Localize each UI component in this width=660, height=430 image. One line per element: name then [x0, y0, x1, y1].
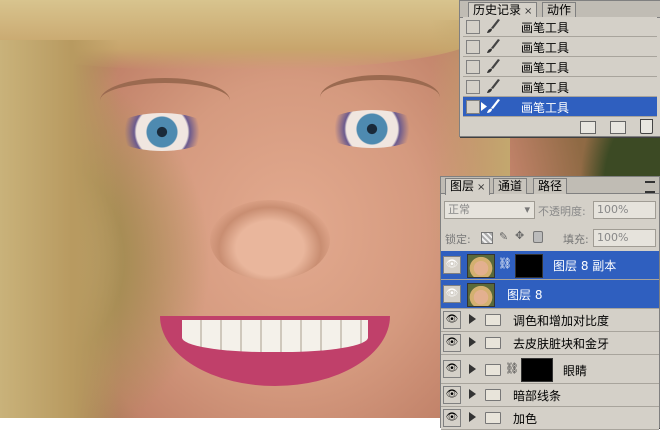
blend-mode-select[interactable]: 正常 ▾ [444, 201, 535, 219]
lock-transparent-icon[interactable] [481, 232, 493, 244]
lock-move-icon[interactable]: ✥ [515, 229, 524, 242]
expand-triangle-icon[interactable] [469, 412, 476, 422]
visibility-eye-icon[interactable]: 👁 [443, 409, 461, 427]
history-item-label: 画笔工具 [521, 41, 570, 55]
visibility-eye-icon[interactable]: 👁 [443, 386, 461, 404]
tab-channels[interactable]: 通道 [493, 178, 528, 194]
fill-label: 填充: [563, 233, 589, 246]
folder-icon [485, 364, 501, 376]
snapshot-checkbox[interactable] [466, 100, 480, 114]
layers-tabbar: 图层 × 通道 路径 [441, 177, 659, 195]
brush-icon [487, 59, 500, 73]
expand-triangle-icon[interactable] [469, 337, 476, 347]
history-item[interactable]: 画笔工具 [463, 77, 657, 97]
snapshot-checkbox[interactable] [466, 40, 480, 54]
layer-name: 调色和增加对比度 [513, 314, 610, 328]
tab-actions-label: 动作 [547, 3, 572, 17]
right-eye [322, 110, 422, 148]
brush-icon [487, 99, 500, 113]
layer-name: 加色 [513, 412, 538, 426]
snapshot-checkbox[interactable] [466, 20, 480, 34]
link-chain-icon: ⛓ [505, 362, 519, 375]
tab-layers[interactable]: 图层 × [445, 178, 491, 195]
tab-layers-label: 图层 [450, 179, 475, 193]
visibility-eye-icon[interactable]: 👁 [443, 334, 461, 352]
blend-mode-value: 正常 [448, 203, 470, 216]
tab-history-label: 历史记录 [473, 3, 522, 17]
history-item[interactable]: 画笔工具 [463, 97, 657, 117]
history-item-label: 画笔工具 [521, 61, 570, 75]
snapshot-checkbox[interactable] [466, 80, 480, 94]
lock-all-icon[interactable] [533, 231, 543, 243]
tab-channels-label: 通道 [498, 179, 523, 193]
folder-icon [485, 389, 501, 401]
opacity-field[interactable]: 100% [593, 201, 656, 219]
layer-group-row[interactable]: 👁 加色 [441, 407, 659, 430]
history-panel: 历史记录 × 动作 画笔工具 画笔工具 画笔工具 画笔工具 画笔工具 [459, 0, 660, 137]
close-icon[interactable]: × [524, 6, 532, 17]
brush-icon [487, 19, 500, 33]
history-item[interactable]: 画笔工具 [463, 37, 657, 57]
visibility-eye-icon[interactable]: 👁 [443, 256, 461, 274]
folder-icon [485, 337, 501, 349]
tab-actions[interactable]: 动作 [542, 2, 577, 18]
expand-triangle-icon[interactable] [469, 389, 476, 399]
history-item-label: 画笔工具 [521, 21, 570, 35]
visibility-eye-icon[interactable]: 👁 [443, 360, 461, 378]
layer-group-row[interactable]: 👁 ⛓ 眼睛 [441, 355, 659, 384]
layer-row[interactable]: 👁 图层 8 [441, 280, 659, 309]
layer-group-row[interactable]: 👁 暗部线条 [441, 384, 659, 407]
layer-name: 暗部线条 [513, 389, 562, 403]
trash-icon[interactable] [640, 119, 653, 134]
lock-brush-icon[interactable]: ✎ [499, 230, 508, 243]
layer-group-row[interactable]: 👁 去皮肤脏块和金牙 [441, 332, 659, 355]
layers-panel: 图层 × 通道 路径 正常 ▾ 不透明度: 100% 锁定: ✎ ✥ 填充: 10… [440, 176, 660, 430]
fill-value: 100% [597, 231, 629, 244]
panel-menu-icon[interactable] [645, 181, 655, 193]
brush-icon [487, 79, 500, 93]
chevron-down-icon: ▾ [524, 203, 530, 216]
history-item[interactable]: 画笔工具 [463, 57, 657, 77]
folder-icon [485, 412, 501, 424]
opacity-value: 100% [597, 203, 629, 216]
left-eye [112, 113, 212, 151]
history-tabbar: 历史记录 × 动作 [460, 1, 660, 19]
layer-name: 去皮肤脏块和金牙 [513, 337, 610, 351]
layer-thumbnail [467, 283, 495, 307]
layer-row[interactable]: 👁 ⛓ 图层 8 副本 [441, 251, 659, 280]
visibility-eye-icon[interactable]: 👁 [443, 285, 461, 303]
history-item-label: 画笔工具 [521, 81, 570, 95]
layer-thumbnail [467, 254, 495, 278]
opacity-label: 不透明度: [538, 205, 586, 218]
layer-mask-thumbnail [521, 358, 553, 382]
lock-label: 锁定: [445, 233, 471, 246]
new-document-from-state-icon[interactable] [580, 121, 596, 134]
snapshot-checkbox[interactable] [466, 60, 480, 74]
folder-icon [485, 314, 501, 326]
visibility-eye-icon[interactable]: 👁 [443, 311, 461, 329]
tab-paths[interactable]: 路径 [533, 178, 568, 194]
close-icon[interactable]: × [477, 182, 485, 193]
history-item-label: 画笔工具 [521, 101, 570, 115]
brush-icon [487, 39, 500, 53]
expand-triangle-icon[interactable] [469, 364, 476, 374]
expand-triangle-icon[interactable] [469, 314, 476, 324]
layer-group-row[interactable]: 👁 调色和增加对比度 [441, 309, 659, 332]
layer-mask-thumbnail [515, 254, 543, 278]
layer-name: 眼睛 [563, 364, 588, 378]
tab-paths-label: 路径 [538, 179, 563, 193]
nose [210, 200, 330, 280]
mouth [160, 316, 390, 386]
history-item[interactable]: 画笔工具 [463, 17, 657, 37]
layer-name: 图层 8 [507, 288, 543, 302]
layer-name: 图层 8 副本 [553, 259, 617, 273]
link-chain-icon: ⛓ [498, 257, 512, 270]
create-snapshot-icon[interactable] [610, 121, 626, 134]
teeth [182, 320, 368, 352]
fill-field[interactable]: 100% [593, 229, 656, 247]
